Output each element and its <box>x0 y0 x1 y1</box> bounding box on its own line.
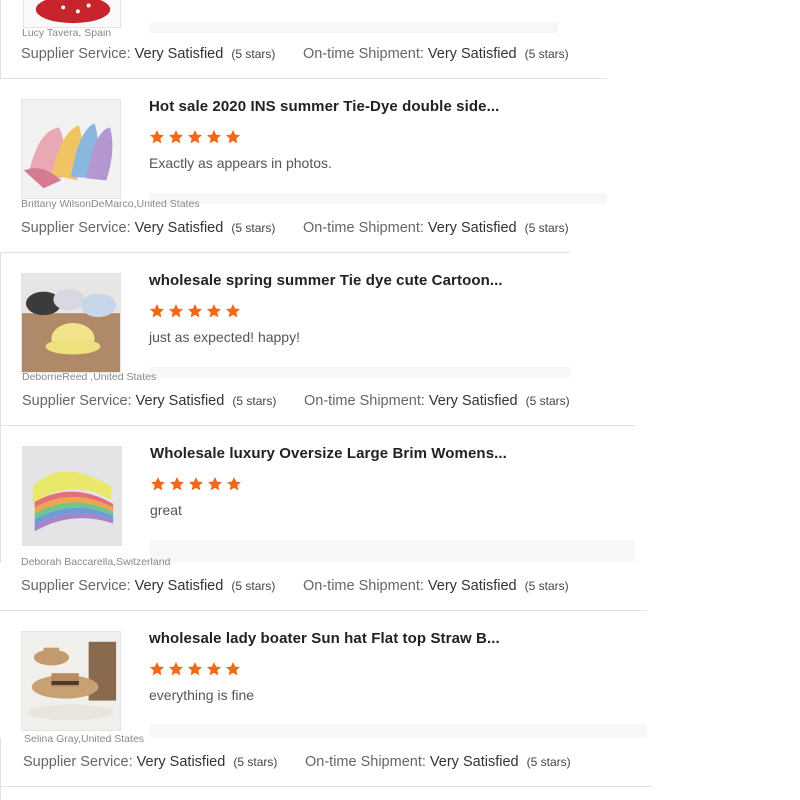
ratings-row: Supplier Service: Very Satisfied (5 star… <box>21 220 275 236</box>
star-icon <box>169 304 183 318</box>
star-icon <box>189 477 203 491</box>
supplier-stars-count: (5 stars) <box>231 221 276 235</box>
review-comment: great <box>150 502 182 518</box>
review-comment: everything is fine <box>149 687 255 703</box>
star-rating <box>149 661 241 677</box>
supplier-service-value: Very Satisfied <box>134 46 224 62</box>
buyer-info: Brittany WilsonDeMarco,United States <box>21 200 200 209</box>
seller-reply-strip <box>150 540 635 562</box>
star-icon <box>207 662 221 676</box>
star-icon <box>226 662 240 676</box>
supplier-service-label: Supplier Service: <box>21 46 131 62</box>
star-icon <box>150 130 164 144</box>
cartoon-bucket-hats-photo[interactable] <box>21 273 121 373</box>
star-icon <box>226 130 240 144</box>
shipment-label: On-time Shipment: <box>303 46 424 62</box>
star-icon <box>188 662 202 676</box>
shipment-stars-count: (5 stars) <box>526 755 571 769</box>
shipment-row: On-time Shipment: Very Satisfied (5 star… <box>305 754 571 770</box>
supplier-stars-count: (5 stars) <box>231 579 276 593</box>
star-icon <box>169 130 183 144</box>
ratings-row: Supplier Service: Very Satisfied (5 star… <box>21 46 275 62</box>
product-title-link[interactable]: Wholesale luxury Oversize Large Brim Wom… <box>150 445 507 462</box>
ratings-row: Supplier Service: Very Satisfied (5 star… <box>23 754 277 770</box>
buyer-info: Lucy Tavera, Spain <box>22 29 112 38</box>
supplier-service-label: Supplier Service: <box>21 220 131 236</box>
star-icon <box>208 477 222 491</box>
star-rating <box>150 476 242 492</box>
left-border <box>0 0 1 78</box>
supplier-service-label: Supplier Service: <box>23 754 133 770</box>
tie-dye-bucket-hats-photo[interactable] <box>21 99 121 199</box>
left-border <box>0 738 1 800</box>
ratings-row: Supplier Service: Very Satisfied (5 star… <box>21 578 275 594</box>
supplier-stars-count: (5 stars) <box>233 755 278 769</box>
straw-boater-hats-photo[interactable] <box>21 631 121 731</box>
shipment-row: On-time Shipment: Very Satisfied (5 star… <box>304 393 570 409</box>
buyer-info: DeborrieReed ,United States <box>22 373 157 382</box>
oversize-brim-hats-photo[interactable] <box>22 446 122 546</box>
review-divider <box>0 78 607 79</box>
star-icon <box>207 304 221 318</box>
supplier-stars-count: (5 stars) <box>232 394 277 408</box>
product-title-link[interactable]: Hot sale 2020 INS summer Tie-Dye double … <box>149 98 499 115</box>
shipment-value: Very Satisfied <box>429 754 519 770</box>
star-icon <box>188 130 202 144</box>
buyer-info: Selina Gray,United States <box>24 735 145 744</box>
shipment-label: On-time Shipment: <box>304 393 425 409</box>
shipment-label: On-time Shipment: <box>305 754 426 770</box>
star-icon <box>207 130 221 144</box>
seller-reply-strip <box>150 22 558 33</box>
supplier-service-value: Very Satisfied <box>136 754 226 770</box>
shipment-stars-count: (5 stars) <box>524 579 569 593</box>
shipment-row: On-time Shipment: Very Satisfied (5 star… <box>303 220 569 236</box>
red-bucket-hat-photo[interactable] <box>23 0 121 28</box>
product-title-link[interactable]: wholesale spring summer Tie dye cute Car… <box>149 272 503 289</box>
review-divider <box>0 425 635 426</box>
shipment-stars-count: (5 stars) <box>524 47 569 61</box>
shipment-stars-count: (5 stars) <box>524 221 569 235</box>
review-divider <box>0 610 647 611</box>
supplier-service-value: Very Satisfied <box>134 578 224 594</box>
shipment-value: Very Satisfied <box>427 46 517 62</box>
star-icon <box>169 662 183 676</box>
product-title-link[interactable]: wholesale lady boater Sun hat Flat top S… <box>149 630 500 647</box>
buyer-info: Deborah Baccarella,Switzerland <box>21 558 171 567</box>
shipment-row: On-time Shipment: Very Satisfied (5 star… <box>303 578 569 594</box>
left-border <box>0 252 1 425</box>
review-comment: just as expected! happy! <box>149 329 300 345</box>
star-rating <box>149 129 241 145</box>
star-icon <box>227 477 241 491</box>
shipment-label: On-time Shipment: <box>303 578 424 594</box>
star-icon <box>151 477 165 491</box>
star-icon <box>226 304 240 318</box>
shipment-value: Very Satisfied <box>428 393 518 409</box>
supplier-service-value: Very Satisfied <box>134 220 224 236</box>
ratings-row: Supplier Service: Very Satisfied (5 star… <box>22 393 276 409</box>
review-divider <box>0 252 570 253</box>
shipment-label: On-time Shipment: <box>303 220 424 236</box>
star-icon <box>150 304 164 318</box>
seller-reply-strip <box>150 193 607 204</box>
supplier-service-value: Very Satisfied <box>135 393 225 409</box>
star-icon <box>150 662 164 676</box>
review-divider <box>0 786 652 787</box>
star-rating <box>149 303 241 319</box>
seller-reply-strip <box>150 367 570 378</box>
shipment-stars-count: (5 stars) <box>525 394 570 408</box>
seller-reply-strip <box>150 724 647 738</box>
supplier-service-label: Supplier Service: <box>21 578 131 594</box>
supplier-stars-count: (5 stars) <box>231 47 276 61</box>
left-border <box>0 425 1 563</box>
shipment-row: On-time Shipment: Very Satisfied (5 star… <box>303 46 569 62</box>
reviews-page: Lucy Tavera, Spain Supplier Service: Ver… <box>0 0 800 800</box>
star-icon <box>188 304 202 318</box>
shipment-value: Very Satisfied <box>427 578 517 594</box>
supplier-service-label: Supplier Service: <box>22 393 132 409</box>
star-icon <box>170 477 184 491</box>
review-comment: Exactly as appears in photos. <box>149 155 332 171</box>
shipment-value: Very Satisfied <box>427 220 517 236</box>
